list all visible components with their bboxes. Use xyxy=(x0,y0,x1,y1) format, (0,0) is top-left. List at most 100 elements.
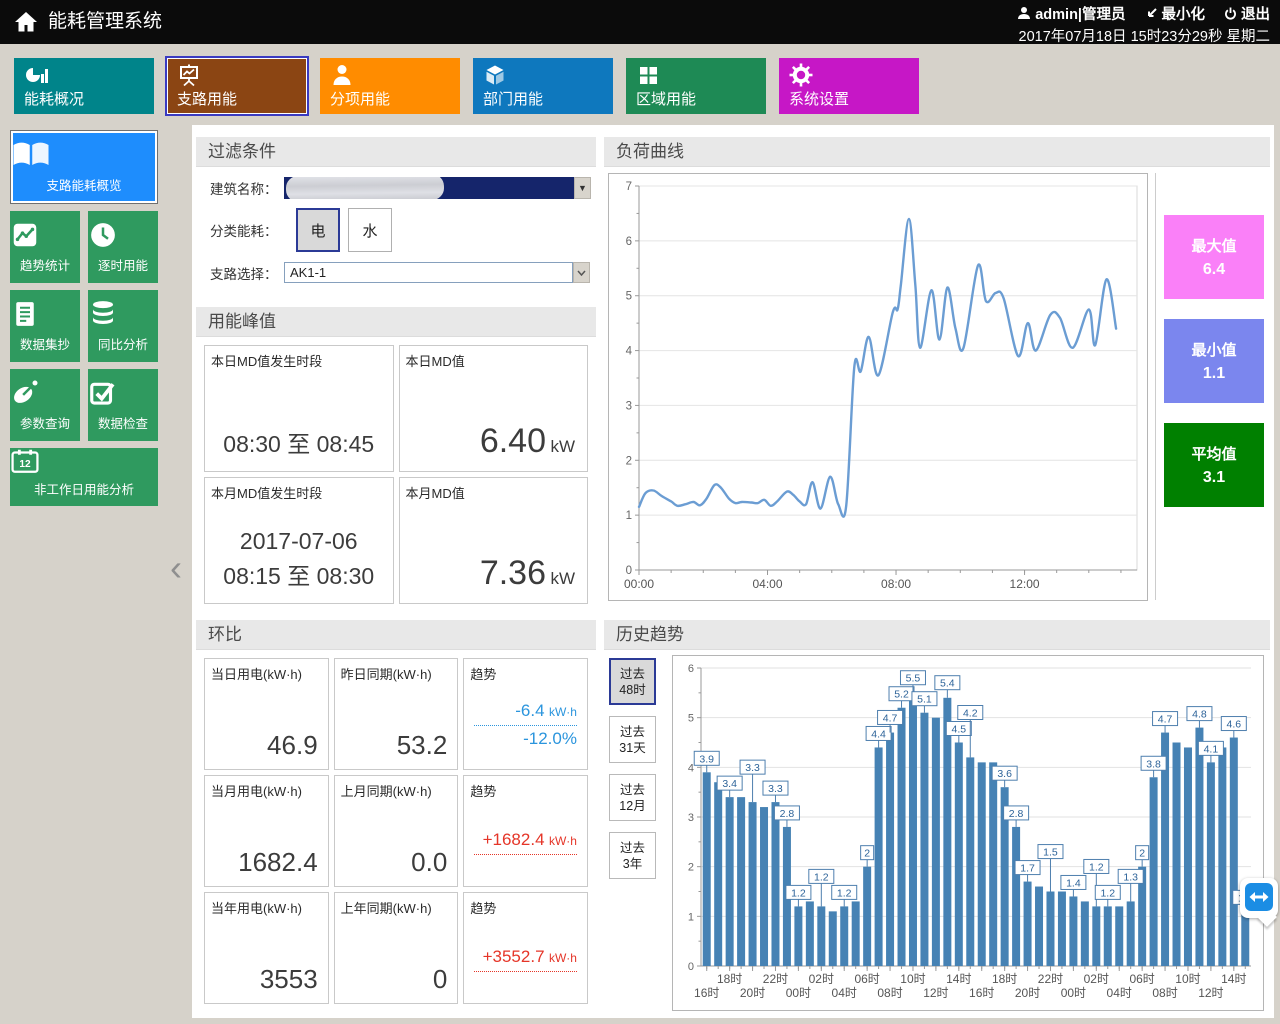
energy-option-water[interactable]: 水 xyxy=(348,208,392,252)
svg-text:2.8: 2.8 xyxy=(1009,808,1024,820)
svg-text:6: 6 xyxy=(626,236,632,248)
svg-text:0: 0 xyxy=(626,565,632,577)
range-button-31d[interactable]: 过去31天 xyxy=(609,716,656,763)
nav-tab-department-energy[interactable]: 部门用能 xyxy=(473,58,613,114)
svg-text:06时: 06时 xyxy=(854,972,879,986)
sidebar-item-hourly-energy[interactable]: 逐时用能 xyxy=(88,211,158,283)
trend-divider xyxy=(474,971,577,972)
load-curve-chart: 0123456700:0004:0008:0012:00 xyxy=(608,173,1148,601)
svg-text:08时: 08时 xyxy=(877,986,902,1000)
svg-text:5.5: 5.5 xyxy=(906,673,921,685)
svg-text:4.4: 4.4 xyxy=(871,728,886,740)
svg-text:14时: 14时 xyxy=(946,972,971,986)
svg-text:1.7: 1.7 xyxy=(1020,863,1035,875)
svg-text:08时: 08时 xyxy=(1152,986,1177,1000)
sidebar: 支路能耗概览 趋势统计 逐时用能 数据集抄 同比分析 xyxy=(10,130,158,513)
app-title: 能耗管理系统 xyxy=(48,0,162,44)
person-icon xyxy=(330,63,354,87)
svg-text:1.5: 1.5 xyxy=(1043,847,1058,859)
sidebar-item-branch-overview[interactable]: 支路能耗概览 xyxy=(10,130,158,204)
svg-text:10时: 10时 xyxy=(900,972,925,986)
svg-text:18时: 18时 xyxy=(992,972,1017,986)
building-label: 建筑名称： xyxy=(210,178,284,198)
svg-text:3.8: 3.8 xyxy=(1146,758,1161,770)
ring-compare-title: 环比 xyxy=(196,620,596,650)
range-button-48h[interactable]: 过去48时 xyxy=(609,658,656,705)
svg-text:02时: 02时 xyxy=(1084,972,1109,986)
svg-text:4.1: 4.1 xyxy=(1204,743,1219,755)
svg-text:1.4: 1.4 xyxy=(1066,877,1081,889)
calendar-icon: 12 xyxy=(10,448,158,474)
sidebar-item-parameter-query[interactable]: 参数查询 xyxy=(10,369,80,441)
peak-panel-title: 用能峰值 xyxy=(196,307,596,337)
divider xyxy=(1155,173,1156,600)
svg-text:4.7: 4.7 xyxy=(883,712,898,724)
branch-select[interactable]: AK1-1 xyxy=(284,262,573,283)
database-icon xyxy=(88,299,158,329)
range-button-12m[interactable]: 过去12月 xyxy=(609,774,656,821)
today-md-value: 6.40 kW xyxy=(480,422,575,461)
home-icon[interactable] xyxy=(12,8,40,36)
document-icon xyxy=(10,299,80,329)
user-chip[interactable]: admin|管理员 xyxy=(1017,3,1125,24)
sidebar-item-trend-stats[interactable]: 趋势统计 xyxy=(10,211,80,283)
month-trend-card: 趋势 +1682.4 kW·h xyxy=(463,775,588,887)
sidebar-item-yoy-analysis[interactable]: 同比分析 xyxy=(88,290,158,362)
svg-text:3.3: 3.3 xyxy=(768,783,783,795)
range-button-3y[interactable]: 过去3年 xyxy=(609,832,656,879)
svg-text:4.7: 4.7 xyxy=(1158,714,1173,726)
logout-button[interactable]: 退出 xyxy=(1224,3,1270,24)
remote-control-widget[interactable] xyxy=(1240,878,1278,924)
svg-text:04时: 04时 xyxy=(832,986,857,1000)
main-nav: 能耗概况 支路用能 分项用能 部门用能 区域用能 系统设置 xyxy=(14,58,919,114)
satellite-icon xyxy=(10,378,80,408)
month-md-period-value: 2017-07-0608:15 至 08:30 xyxy=(205,528,393,591)
ring-compare-panel: 环比 当日用电(kW·h)46.9 昨日同期(kW·h)53.2 趋势 -6.4… xyxy=(196,620,596,1016)
cube-icon xyxy=(483,63,507,87)
gear-icon xyxy=(789,63,813,87)
svg-text:0: 0 xyxy=(688,961,694,973)
svg-text:5.1: 5.1 xyxy=(917,694,932,706)
select-chevron-icon[interactable] xyxy=(573,262,590,283)
today-usage-card: 当日用电(kW·h)46.9 xyxy=(204,658,329,770)
sidebar-item-nonworkday-analysis[interactable]: 12 非工作日用能分析 xyxy=(10,448,158,506)
nav-tab-energy-overview[interactable]: 能耗概况 xyxy=(14,58,154,114)
lastyear-usage-card: 上年同期(kW·h)0 xyxy=(334,892,459,1004)
dropdown-arrow-icon[interactable]: ▼ xyxy=(574,177,591,199)
year-usage-card: 当年用电(kW·h)3553 xyxy=(204,892,329,1004)
clock-icon xyxy=(88,220,158,250)
today-md-period-card: 本日MD值发生时段 08:30 至 08:45 xyxy=(204,345,394,472)
sidebar-item-data-check[interactable]: 数据检查 xyxy=(88,369,158,441)
svg-text:04:00: 04:00 xyxy=(753,577,783,591)
datetime: 2017年07月18日 15时23分29秒 星期二 xyxy=(1003,25,1270,46)
minimize-button[interactable]: 最小化 xyxy=(1145,3,1206,24)
svg-text:4: 4 xyxy=(688,762,694,774)
minimize-icon xyxy=(1145,7,1158,20)
svg-text:12时: 12时 xyxy=(1198,986,1223,1000)
svg-text:12时: 12时 xyxy=(923,986,948,1000)
filter-panel: 过滤条件 建筑名称： ▼ 分类能耗： 电 水 支路选择： AK1-1 xyxy=(196,137,596,293)
nav-tab-area-energy[interactable]: 区域用能 xyxy=(626,58,766,114)
collapse-sidebar-arrow[interactable]: ‹ xyxy=(170,550,182,586)
svg-text:1: 1 xyxy=(626,510,632,522)
pie-chart-icon xyxy=(24,63,48,87)
nav-tab-system-settings[interactable]: 系统设置 xyxy=(779,58,919,114)
load-curve-title: 负荷曲线 xyxy=(604,137,1270,167)
building-select[interactable] xyxy=(284,177,574,199)
svg-text:22时: 22时 xyxy=(763,972,788,986)
svg-text:2: 2 xyxy=(626,455,632,467)
sidebar-item-data-collection[interactable]: 数据集抄 xyxy=(10,290,80,362)
energy-option-electric[interactable]: 电 xyxy=(296,208,340,252)
energy-type-label: 分类能耗： xyxy=(210,220,284,240)
svg-text:1.2: 1.2 xyxy=(814,871,829,883)
avg-value-badge: 平均值3.1 xyxy=(1164,423,1264,507)
history-trend-panel: 历史趋势 过去48时 过去31天 过去12月 过去3年 012345616时18… xyxy=(604,620,1270,1016)
svg-text:2: 2 xyxy=(864,848,870,860)
nav-tab-branch-energy[interactable]: 支路用能 xyxy=(167,58,307,114)
svg-text:00时: 00时 xyxy=(786,986,811,1000)
svg-text:5.2: 5.2 xyxy=(894,689,909,701)
max-value-badge: 最大值6.4 xyxy=(1164,215,1264,299)
svg-text:2.8: 2.8 xyxy=(780,808,795,820)
nav-tab-subitem-energy[interactable]: 分项用能 xyxy=(320,58,460,114)
peak-panel: 用能峰值 本日MD值发生时段 08:30 至 08:45 本日MD值 6.40 … xyxy=(196,307,596,612)
